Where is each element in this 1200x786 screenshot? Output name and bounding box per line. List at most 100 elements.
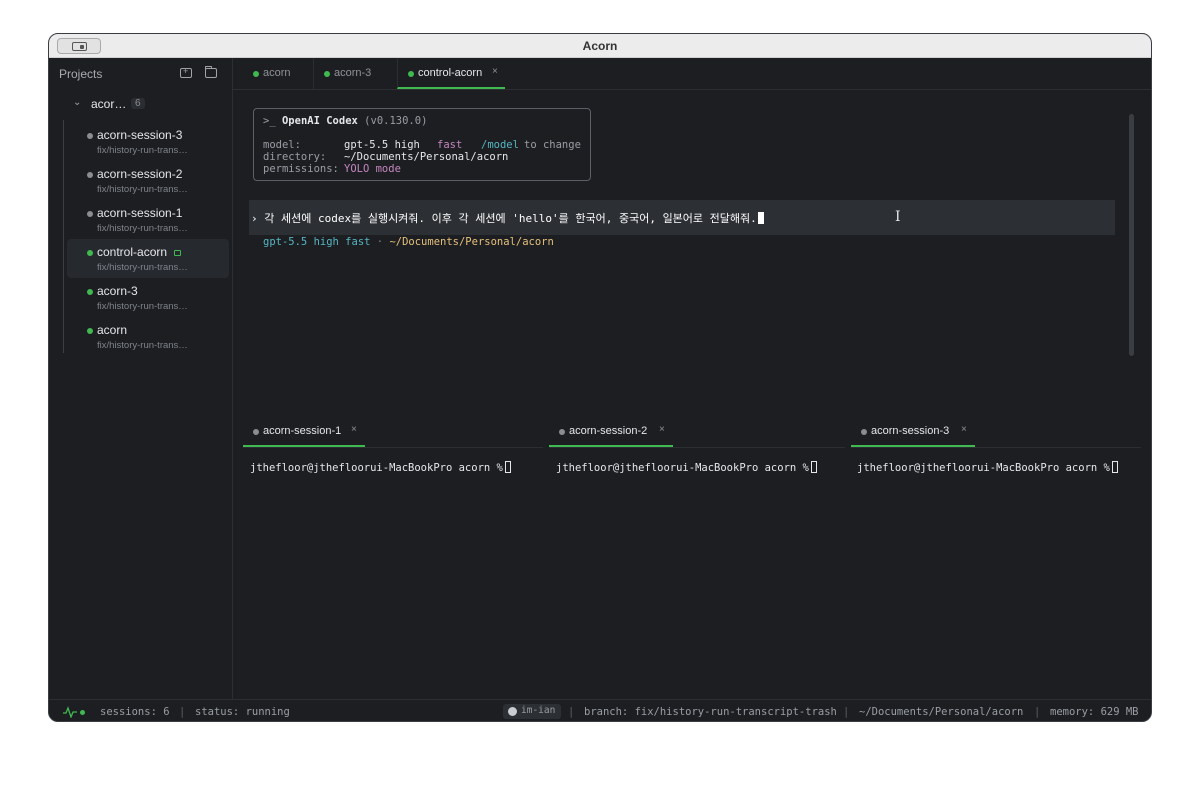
pane-tab-label: acorn-session-1 — [263, 425, 342, 437]
pulse-icon — [63, 706, 77, 718]
codex-version: (v0.130.0) — [364, 115, 428, 127]
new-folder-icon[interactable] — [180, 66, 192, 78]
status-separator: | — [179, 706, 186, 718]
running-status-dot — [80, 710, 85, 715]
close-icon[interactable]: × — [351, 424, 357, 435]
tab-status-dot — [559, 429, 565, 435]
tree-line — [63, 120, 64, 353]
tab-status-dot — [253, 429, 259, 435]
pane-tab-label: acorn-session-2 — [569, 425, 648, 437]
directory-label: directory: — [263, 151, 327, 163]
status-path: ~/Documents/Personal/acorn — [389, 236, 554, 248]
session-branch: fix/history-run-trans… — [97, 184, 188, 195]
github-user: im-ian — [521, 705, 556, 716]
close-icon[interactable]: × — [659, 424, 665, 435]
model-hint: to change — [524, 139, 581, 151]
pane-tab-label: acorn-session-3 — [871, 425, 950, 437]
tab-acorn-3[interactable]: acorn-3 — [313, 58, 397, 89]
status-separator: | — [1034, 706, 1041, 718]
session-branch: fix/history-run-trans… — [97, 301, 188, 312]
session-status-dot — [87, 172, 93, 178]
close-icon[interactable]: × — [492, 66, 498, 77]
sidebar-item-acorn[interactable]: acorn fix/history-run-trans… — [67, 317, 229, 356]
session-name: acorn-session-2 — [97, 167, 183, 181]
pane-divider — [243, 447, 543, 448]
session-status-dot — [87, 250, 93, 256]
github-user-badge[interactable]: im-ian — [503, 704, 562, 719]
chevron-down-icon: ⌄ — [73, 97, 82, 108]
session-name: acorn-session-3 — [97, 128, 183, 142]
pane-prompt-2[interactable]: jthefloor@jthefloorui-MacBookPro acorn % — [556, 461, 817, 474]
prompt-input-row[interactable]: › 각 세션에 codex를 실행시켜줘. 이후 각 세션에 'hello'를 … — [249, 200, 1115, 235]
text-cursor-icon: I — [895, 209, 901, 225]
projects-title: Projects — [59, 67, 103, 81]
window-title: Acorn — [582, 39, 618, 53]
pane-tab-acorn-session-1[interactable]: acorn-session-1 × — [243, 418, 365, 447]
tab-status-dot — [324, 71, 330, 77]
session-status-dot — [87, 289, 93, 295]
session-name: acorn-session-1 — [97, 206, 183, 220]
model-value: gpt-5.5 high — [344, 139, 420, 151]
pane-prompt-3[interactable]: jthefloor@jthefloorui-MacBookPro acorn % — [857, 461, 1118, 474]
project-name: acor… — [91, 97, 127, 111]
status-separator: | — [843, 706, 850, 718]
pane-divider — [549, 447, 845, 448]
session-tabs: acorn acorn-3 control-acorn × — [233, 58, 1151, 90]
permissions-label: permissions: — [263, 163, 339, 175]
directory-value: ~/Documents/Personal/acorn — [344, 151, 509, 163]
model-command: /model — [481, 139, 519, 151]
close-icon[interactable]: × — [961, 424, 967, 435]
pane-prompt-1[interactable]: jthefloor@jthefloorui-MacBookPro acorn % — [250, 461, 511, 474]
session-name: control-acorn — [97, 245, 168, 259]
codex-status-line: gpt-5.5 high fast · ~/Documents/Personal… — [263, 236, 554, 248]
status-model: gpt-5.5 high fast — [263, 236, 371, 248]
sidebar-item-control-acorn[interactable]: control-acorn fix/history-run-trans… — [67, 239, 229, 278]
project-session-count: 6 — [131, 98, 145, 109]
model-label: model: — [263, 139, 301, 151]
status-bar: sessions: 6 | status: running im-ian | b… — [49, 699, 1151, 721]
tab-label: control-acorn — [418, 67, 483, 79]
sidebar-item-acorn-session-3[interactable]: acorn-session-3 fix/history-run-trans… — [67, 122, 229, 161]
sidebar-item-acorn-3[interactable]: acorn-3 fix/history-run-trans… — [67, 278, 229, 317]
session-status-dot — [87, 133, 93, 139]
session-branch: fix/history-run-trans… — [97, 145, 188, 156]
session-branch: fix/history-run-trans… — [97, 262, 188, 273]
sidebar: Projects ⌄ acor… 6 acorn-session-3 fix/h… — [49, 58, 233, 699]
prompt-input[interactable]: › 각 세션에 codex를 실행시켜줘. 이후 각 세션에 'hello'를 … — [251, 210, 764, 226]
session-name: acorn-3 — [97, 284, 138, 298]
main-terminal[interactable]: >_ OpenAI Codex (v0.130.0) model: gpt-5.… — [249, 100, 1129, 400]
app-window: Acorn Projects ⌄ acor… 6 acorn-session-3… — [48, 33, 1152, 722]
path-label: ~/Documents/Personal/acorn — [859, 706, 1024, 718]
codex-prompt-symbol: >_ — [263, 115, 276, 127]
permissions-value: YOLO mode — [344, 163, 401, 175]
pane-divider — [851, 447, 1141, 448]
github-icon — [508, 707, 517, 716]
tab-status-dot — [253, 71, 259, 77]
model-fast: fast — [437, 139, 463, 151]
branch-label: branch: fix/history-run-transcript-trash — [584, 706, 837, 718]
pane-tab-acorn-session-2[interactable]: acorn-session-2 × — [549, 418, 673, 447]
lock-icon — [174, 250, 181, 256]
status-separator: | — [568, 706, 575, 718]
memory-usage: memory: 629 MB — [1050, 706, 1139, 718]
session-name: acorn — [97, 323, 128, 337]
session-status-dot — [87, 211, 93, 217]
pane-tab-acorn-session-3[interactable]: acorn-session-3 × — [851, 418, 975, 447]
tab-status-dot — [861, 429, 867, 435]
sessions-count: sessions: 6 — [100, 706, 170, 718]
codex-name: OpenAI Codex — [281, 115, 358, 127]
tab-status-dot — [408, 71, 414, 77]
session-branch: fix/history-run-trans… — [97, 340, 188, 351]
open-folder-icon[interactable] — [205, 66, 217, 78]
sidebar-item-acorn-session-2[interactable]: acorn-session-2 fix/history-run-trans… — [67, 161, 229, 200]
session-status-dot — [87, 328, 93, 334]
tab-control-acorn[interactable]: control-acorn × — [397, 58, 505, 89]
sidebar-item-acorn-session-1[interactable]: acorn-session-1 fix/history-run-trans… — [67, 200, 229, 239]
run-status: status: running — [195, 706, 290, 718]
title-bar: Acorn — [49, 34, 1151, 58]
scrollbar[interactable] — [1129, 114, 1134, 356]
status-separator: · — [376, 236, 384, 248]
tab-acorn[interactable]: acorn — [243, 58, 313, 89]
session-branch: fix/history-run-trans… — [97, 223, 188, 234]
project-row-acorn[interactable]: ⌄ acor… 6 — [59, 94, 229, 116]
